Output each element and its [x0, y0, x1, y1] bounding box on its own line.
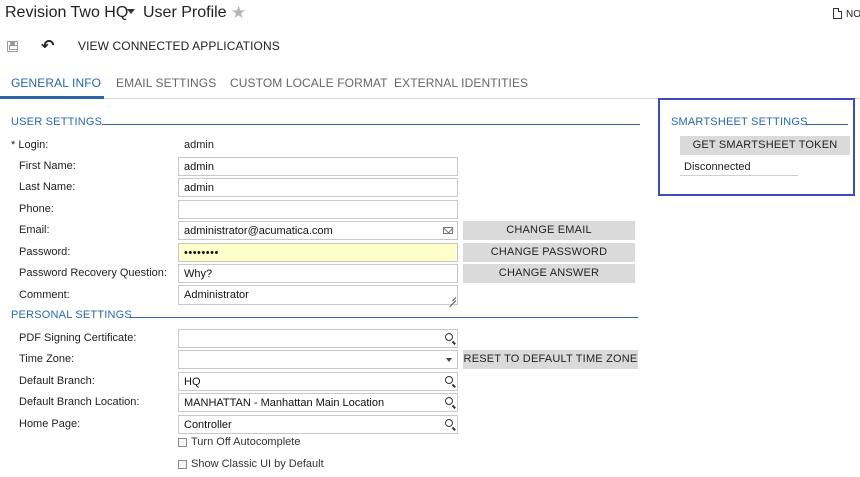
show-classic-ui-label: Show Classic UI by Default: [191, 458, 324, 470]
status-underline: [680, 175, 798, 176]
resize-grip-icon[interactable]: [448, 295, 456, 303]
turn-off-autocomplete-label: Turn Off Autocomplete: [191, 436, 301, 448]
comment-textarea[interactable]: Administrator: [178, 285, 458, 305]
pdf-signing-certificate-field[interactable]: [178, 329, 458, 348]
tab-email-settings[interactable]: EMAIL SETTINGS: [116, 76, 216, 90]
tab-general-info[interactable]: GENERAL INFO: [11, 76, 101, 90]
active-tab-indicator: [0, 96, 104, 99]
document-icon[interactable]: [833, 8, 842, 19]
personal-settings-heading: PERSONAL SETTINGS: [11, 309, 132, 321]
chevron-down-icon[interactable]: [127, 9, 135, 14]
notes-label[interactable]: NO: [846, 9, 860, 20]
get-smartsheet-token-button[interactable]: GET SMARTSHEET TOKEN: [680, 136, 850, 155]
pdf-signing-certificate-label: PDF Signing Certificate:: [19, 332, 137, 344]
save-icon[interactable]: [7, 41, 18, 52]
star-icon[interactable]: ★: [231, 3, 246, 23]
time-zone-label: Time Zone:: [19, 353, 75, 365]
phone-label: Phone:: [19, 203, 54, 215]
section-divider: [130, 317, 638, 318]
mail-icon[interactable]: [443, 227, 453, 234]
first-name-field[interactable]: admin: [178, 157, 458, 176]
comment-label: Comment:: [19, 289, 70, 301]
tab-bar: GENERAL INFO EMAIL SETTINGS CUSTOM LOCAL…: [0, 70, 860, 99]
default-branch-location-field[interactable]: MANHATTAN - Manhattan Main Location: [178, 393, 458, 412]
login-value: admin: [184, 139, 214, 151]
search-icon[interactable]: [445, 333, 453, 341]
toolbar: ↶ VIEW CONNECTED APPLICATIONS: [0, 36, 860, 58]
search-icon[interactable]: [445, 419, 453, 427]
user-settings-heading: USER SETTINGS: [11, 116, 103, 128]
default-branch-location-label: Default Branch Location:: [19, 396, 140, 408]
smartsheet-status: Disconnected: [684, 161, 751, 173]
section-divider: [102, 124, 640, 125]
home-page-label: Home Page:: [19, 418, 81, 430]
search-icon[interactable]: [445, 376, 453, 384]
chevron-down-icon[interactable]: [446, 358, 452, 362]
search-icon[interactable]: [445, 397, 453, 405]
smartsheet-settings-heading: SMARTSHEET SETTINGS: [671, 116, 808, 128]
tab-custom-locale-format[interactable]: CUSTOM LOCALE FORMAT: [230, 76, 388, 90]
turn-off-autocomplete-checkbox[interactable]: [178, 438, 187, 447]
last-name-label: Last Name:: [19, 181, 76, 193]
change-password-button[interactable]: CHANGE PASSWORD: [463, 243, 635, 262]
page-title: User Profile: [143, 4, 227, 21]
show-classic-ui-checkbox[interactable]: [178, 460, 187, 469]
view-connected-applications-button[interactable]: VIEW CONNECTED APPLICATIONS: [78, 39, 280, 53]
password-recovery-label: Password Recovery Question:: [19, 267, 167, 279]
default-branch-label: Default Branch:: [19, 375, 95, 387]
email-field[interactable]: administrator@acumatica.com: [178, 221, 458, 240]
first-name-label: First Name:: [19, 160, 76, 172]
tab-external-identities[interactable]: EXTERNAL IDENTITIES: [394, 76, 528, 90]
reset-time-zone-button[interactable]: RESET TO DEFAULT TIME ZONE: [463, 350, 638, 369]
default-branch-field[interactable]: HQ: [178, 372, 458, 391]
time-zone-select[interactable]: [178, 350, 458, 369]
section-divider: [806, 124, 848, 125]
change-email-button[interactable]: CHANGE EMAIL: [463, 221, 635, 240]
home-page-field[interactable]: Controller: [178, 415, 458, 434]
phone-field[interactable]: [178, 200, 458, 219]
undo-icon[interactable]: ↶: [41, 36, 54, 56]
smartsheet-settings-panel: SMARTSHEET SETTINGS GET SMARTSHEET TOKEN…: [658, 98, 855, 196]
last-name-field[interactable]: admin: [178, 178, 458, 197]
email-label: Email:: [19, 224, 50, 236]
login-label: * Login:: [11, 139, 49, 151]
company-selector[interactable]: Revision Two HQ: [5, 4, 128, 22]
password-field[interactable]: ••••••••: [178, 243, 458, 262]
password-label: Password:: [19, 246, 71, 258]
change-answer-button[interactable]: CHANGE ANSWER: [463, 264, 635, 283]
title-bar: Revision Two HQ User Profile ★ NO: [0, 0, 860, 28]
password-recovery-field[interactable]: Why?: [178, 264, 458, 283]
